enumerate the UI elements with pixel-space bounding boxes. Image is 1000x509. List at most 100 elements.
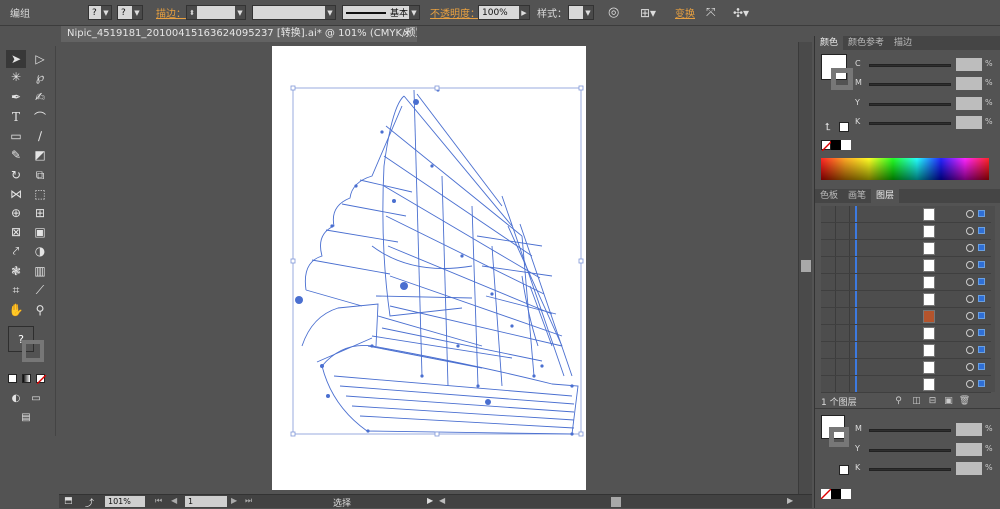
layer-row[interactable] bbox=[821, 342, 991, 359]
lower-gamut-swatch[interactable] bbox=[839, 465, 849, 475]
vertical-scrollbar[interactable] bbox=[798, 42, 812, 494]
status-mode[interactable]: 选择 bbox=[333, 496, 351, 509]
recolor-icon[interactable]: ◎ bbox=[608, 4, 619, 21]
status-menu-icon[interactable]: ▶ bbox=[427, 496, 433, 505]
column-graph-tool-icon[interactable]: ▥ bbox=[30, 262, 50, 280]
target-icon[interactable] bbox=[966, 380, 974, 388]
tab-brushes[interactable]: 画笔 bbox=[843, 189, 871, 203]
delete-layer-icon[interactable]: 🗑 bbox=[959, 395, 970, 406]
slider-track[interactable] bbox=[869, 103, 951, 106]
variable-width-dropdown[interactable]: ▼ bbox=[252, 5, 336, 20]
selection-indicator[interactable] bbox=[978, 210, 985, 217]
hscroll-thumb[interactable] bbox=[611, 497, 621, 507]
hscroll-right-icon[interactable]: ▶ bbox=[787, 496, 793, 505]
transform-label[interactable]: 变换 bbox=[675, 4, 695, 21]
gradient-tool-icon[interactable]: ▣ bbox=[30, 223, 50, 241]
slider-m[interactable]: M% bbox=[855, 77, 995, 91]
artboard-nav-icon[interactable]: ⬒ bbox=[64, 496, 73, 506]
page-field[interactable]: 1 bbox=[185, 496, 227, 507]
direct-selection-tool-icon[interactable]: ▷ bbox=[30, 50, 50, 68]
new-layer-icon[interactable]: ▣ bbox=[943, 395, 954, 406]
channel-value-field[interactable] bbox=[956, 443, 982, 456]
blend-tool-icon[interactable]: ◑ bbox=[30, 242, 50, 260]
pencil-tool-icon[interactable]: ✎ bbox=[6, 146, 26, 164]
brush-dropdown[interactable]: 基本 ▼ bbox=[342, 5, 420, 20]
layer-row[interactable] bbox=[821, 376, 991, 393]
isolate-icon[interactable]: ⤧ bbox=[706, 4, 716, 21]
target-icon[interactable] bbox=[966, 227, 974, 235]
scrollbar-thumb[interactable] bbox=[801, 260, 811, 272]
opacity-field[interactable]: 100% ▶ bbox=[478, 5, 530, 20]
slider-track[interactable] bbox=[869, 449, 951, 452]
selection-indicator[interactable] bbox=[978, 346, 985, 353]
panel-menu-icon[interactable]: ✣▾ bbox=[733, 4, 749, 21]
zoom-tool-icon[interactable]: ⚲ bbox=[30, 301, 50, 319]
slider-track[interactable] bbox=[869, 83, 951, 86]
lower-slider-k[interactable]: K% bbox=[855, 462, 995, 476]
none-mode-button[interactable] bbox=[36, 374, 47, 385]
stroke-weight-field[interactable]: ⬍ ▼ bbox=[186, 5, 246, 20]
slider-y[interactable]: Y% bbox=[855, 97, 995, 111]
layer-row[interactable] bbox=[821, 291, 991, 308]
tab-color-guide[interactable]: 颜色参考 bbox=[843, 36, 889, 50]
channel-value-field[interactable] bbox=[956, 58, 982, 71]
target-icon[interactable] bbox=[966, 329, 974, 337]
selection-indicator[interactable] bbox=[978, 244, 985, 251]
selection-indicator[interactable] bbox=[978, 278, 985, 285]
layer-row[interactable] bbox=[821, 325, 991, 342]
layer-row[interactable] bbox=[821, 308, 991, 325]
locate-object-icon[interactable]: ⚲ bbox=[893, 395, 904, 406]
artboard-tool-icon[interactable]: ⌗ bbox=[6, 281, 26, 299]
close-icon[interactable]: × bbox=[403, 26, 411, 42]
prev-page-icon[interactable]: ◀ bbox=[171, 496, 177, 505]
panel-stroke-swatch[interactable] bbox=[831, 68, 853, 90]
selection-indicator[interactable] bbox=[978, 227, 985, 234]
screen-mode-icon[interactable]: ▭ bbox=[26, 389, 46, 407]
selection-indicator[interactable] bbox=[978, 329, 985, 336]
lasso-tool-icon[interactable]: ℘ bbox=[30, 68, 50, 86]
scale-tool-icon[interactable]: ⧉ bbox=[30, 166, 50, 184]
slider-k[interactable]: K% bbox=[855, 116, 995, 130]
gamut-swatch[interactable] bbox=[839, 122, 849, 132]
lower-stroke-swatch[interactable] bbox=[829, 427, 849, 447]
graphic-style-dropdown[interactable]: ▼ bbox=[568, 5, 594, 20]
pen-tool-icon[interactable]: ✒ bbox=[6, 88, 26, 106]
document-tab[interactable]: Nipic_4519181_20100415163624095237 [转换].… bbox=[61, 26, 417, 42]
layer-row[interactable] bbox=[821, 257, 991, 274]
new-sublayer-icon[interactable]: ⊟ bbox=[927, 395, 938, 406]
selection-indicator[interactable] bbox=[978, 363, 985, 370]
hand-tool-icon[interactable]: ✋ bbox=[6, 301, 26, 319]
last-page-icon[interactable]: ⏭ bbox=[245, 496, 252, 506]
color-mode-button[interactable] bbox=[8, 374, 17, 383]
target-icon[interactable] bbox=[966, 210, 974, 218]
stroke-swatch[interactable] bbox=[22, 340, 44, 362]
target-icon[interactable] bbox=[966, 346, 974, 354]
symbol-sprayer-tool-icon[interactable]: ❃ bbox=[6, 262, 26, 280]
selection-indicator[interactable] bbox=[978, 380, 985, 387]
opacity-label[interactable]: 不透明度： bbox=[430, 4, 480, 21]
tab-swatches[interactable]: 色板 bbox=[815, 189, 843, 203]
channel-value-field[interactable] bbox=[956, 462, 982, 475]
slider-track[interactable] bbox=[869, 122, 951, 125]
draw-mode-icon[interactable]: ◐ bbox=[6, 389, 26, 407]
color-spectrum[interactable] bbox=[821, 158, 989, 180]
layer-row[interactable] bbox=[821, 240, 991, 257]
shape-builder-tool-icon[interactable]: ⊕ bbox=[6, 204, 26, 222]
channel-value-field[interactable] bbox=[956, 97, 982, 110]
lower-none-swatch[interactable] bbox=[820, 488, 832, 500]
lower-white-swatch[interactable] bbox=[841, 489, 851, 499]
share-icon[interactable]: ⤴ bbox=[85, 496, 94, 509]
selection-indicator[interactable] bbox=[978, 261, 985, 268]
slider-track[interactable] bbox=[869, 468, 951, 471]
selection-indicator[interactable] bbox=[978, 312, 985, 319]
channel-value-field[interactable] bbox=[956, 77, 982, 90]
tab-layers[interactable]: 图层 bbox=[871, 189, 900, 203]
layers-list[interactable] bbox=[821, 206, 995, 393]
layer-row[interactable] bbox=[821, 223, 991, 240]
target-icon[interactable] bbox=[966, 278, 974, 286]
type-tool-icon[interactable]: T bbox=[6, 108, 26, 126]
magic-wand-tool-icon[interactable]: ✳ bbox=[6, 68, 26, 86]
stroke-label[interactable]: 描边： bbox=[156, 4, 186, 21]
perspective-grid-tool-icon[interactable]: ⊞ bbox=[30, 204, 50, 222]
artboard[interactable] bbox=[272, 46, 586, 490]
